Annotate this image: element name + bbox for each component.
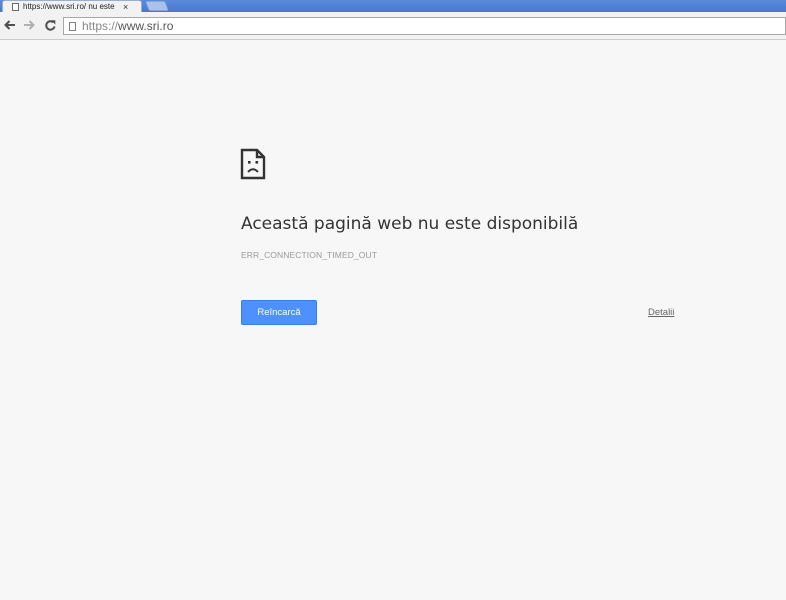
tab-title: https://www.sri.ro/ nu este — [23, 1, 115, 11]
details-link[interactable]: Detalii — [648, 307, 674, 318]
forward-arrow-icon — [23, 20, 35, 30]
back-arrow-icon — [3, 20, 15, 30]
toolbar: https://www.sri.ro — [0, 12, 786, 40]
sad-page-icon — [240, 148, 266, 180]
tab-strip: https://www.sri.ro/ nu este × — [0, 0, 786, 12]
new-tab-button[interactable] — [145, 1, 169, 11]
reload-icon — [44, 19, 55, 31]
error-code: ERR_CONNECTION_TIMED_OUT — [241, 250, 378, 260]
page-content: Această pagină web nu este disponibilă E… — [0, 40, 786, 600]
page-icon — [69, 21, 76, 31]
url-scheme: https:// — [82, 19, 119, 33]
url-text[interactable]: https://www.sri.ro — [82, 18, 173, 34]
reload-button[interactable] — [42, 16, 58, 34]
back-button[interactable] — [1, 16, 17, 34]
url-host: www.sri.ro — [118, 19, 174, 33]
address-bar[interactable]: https://www.sri.ro — [63, 17, 786, 35]
reload-page-button[interactable]: Reîncarcă — [241, 300, 317, 325]
tab-active[interactable]: https://www.sri.ro/ nu este × — [2, 0, 142, 12]
error-heading: Această pagină web nu este disponibilă — [241, 214, 579, 234]
close-tab-icon[interactable]: × — [123, 2, 128, 12]
page-icon — [12, 2, 19, 11]
forward-button[interactable] — [21, 16, 37, 34]
